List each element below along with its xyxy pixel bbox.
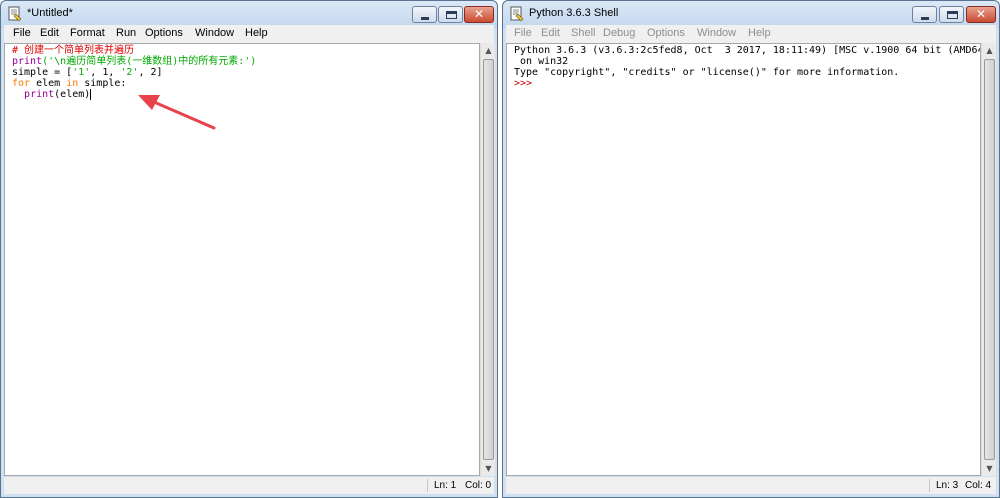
code-token: print [24,89,55,100]
code-token: elem [30,78,67,89]
code-token: for [12,78,31,89]
menu-shell[interactable]: Shell [571,27,595,39]
menu-file[interactable]: File [13,27,31,39]
code-line: >>> [514,78,980,89]
shell-titlebar[interactable]: Python 3.6.3 Shell ✕ [503,1,999,28]
scroll-up-icon[interactable]: ▲ [481,43,496,58]
code-token: print [12,56,43,67]
minimize-icon [921,17,929,20]
menu-format[interactable]: Format [70,27,105,39]
shell-window: Python 3.6.3 Shell ✕ File Edit Shell Deb… [502,0,1000,498]
code-line: Type "copyright", "credits" or "license(… [514,67,980,78]
scroll-thumb[interactable] [483,59,494,460]
maximize-icon [947,11,958,19]
code-token: Type "copyright", "credits" or "license(… [514,67,900,78]
code-token: on win32 [514,56,569,67]
close-icon: ✕ [975,7,987,21]
red-arrow-annotation [138,95,216,130]
code-line: simple = ['1', 1, '2', 2] [12,67,256,78]
code-token: simple: [78,78,127,89]
menu-debug[interactable]: Debug [603,27,635,39]
menu-edit[interactable]: Edit [541,27,560,39]
menu-options[interactable]: Options [647,27,685,39]
scroll-thumb[interactable] [984,59,995,460]
code-token: in [66,78,79,89]
minimize-button[interactable] [412,6,437,23]
code-line: Python 3.6.3 (v3.6.3:2c5fed8, Oct 3 2017… [514,45,981,56]
close-button[interactable]: ✕ [966,6,996,23]
code-token: '2' [120,67,139,78]
menubar: File Edit Shell Debug Options Window Hel… [506,25,996,43]
code-token: simple = [ [12,67,73,78]
code-line: print('\n遍历简单列表(一维数组)中的所有元素:') [12,56,256,67]
menu-help[interactable]: Help [245,27,268,39]
status-bar: Ln: 1 Col: 0 [4,477,494,494]
menu-file[interactable]: File [514,27,532,39]
close-button[interactable]: ✕ [464,6,494,23]
menu-help[interactable]: Help [748,27,771,39]
status-divider [929,479,930,492]
maximize-button[interactable] [438,6,463,23]
status-bar: Ln: 3 Col: 4 [506,477,996,494]
code-token: # 创建一个简单列表并遍历 [12,45,135,56]
python-idle-icon [510,6,524,22]
vertical-scrollbar[interactable]: ▲ ▼ [981,43,996,476]
shell-text: Python 3.6.3 (v3.6.3:2c5fed8, Oct 3 2017… [514,45,981,89]
code-editor[interactable]: # 创建一个简单列表并遍历 print('\n遍历简单列表(一维数组)中的所有元素… [4,43,480,476]
code-token: '1' [72,67,91,78]
editor-titlebar[interactable]: *Untitled* ✕ [1,1,497,28]
column-number: Col: 0 [465,480,492,491]
menu-window[interactable]: Window [697,27,736,39]
close-icon: ✕ [473,7,485,21]
code-line: for elem in simple: [12,78,256,89]
text-cursor [90,89,92,100]
shell-output[interactable]: Python 3.6.3 (v3.6.3:2c5fed8, Oct 3 2017… [506,43,981,476]
minimize-button[interactable] [912,6,937,23]
scroll-up-icon[interactable]: ▲ [982,43,997,58]
menu-window[interactable]: Window [195,27,234,39]
code-line: # 创建一个简单列表并遍历 [12,45,256,56]
window-title: Python 3.6.3 Shell [529,7,619,19]
code-line: on win32 [514,56,980,67]
window-title: *Untitled* [27,7,73,19]
maximize-icon [446,11,457,19]
code-token: ('\n遍历简单列表(一维数组)中的所有元素:') [42,56,257,67]
editor-window: *Untitled* ✕ File Edit Format Run Option… [0,0,498,498]
status-divider [427,479,428,492]
scroll-down-icon[interactable]: ▼ [481,461,496,476]
line-number: Ln: 1 [434,480,457,491]
code-token: (elem) [54,89,91,100]
code-token: , 1, [90,67,121,78]
code-token: Python 3.6.3 (v3.6.3:2c5fed8, Oct 3 2017… [514,45,981,56]
column-number: Col: 4 [965,480,992,491]
vertical-scrollbar[interactable]: ▲ ▼ [480,43,495,476]
menu-options[interactable]: Options [145,27,183,39]
scroll-down-icon[interactable]: ▼ [982,461,997,476]
menu-run[interactable]: Run [116,27,136,39]
minimize-icon [421,17,429,20]
line-number: Ln: 3 [936,480,959,491]
code-token: , 2] [138,67,163,78]
menu-edit[interactable]: Edit [40,27,59,39]
python-idle-icon [8,6,22,22]
code-token: >>> [514,78,539,89]
maximize-button[interactable] [939,6,964,23]
menubar: File Edit Format Run Options Window Help [4,25,494,43]
